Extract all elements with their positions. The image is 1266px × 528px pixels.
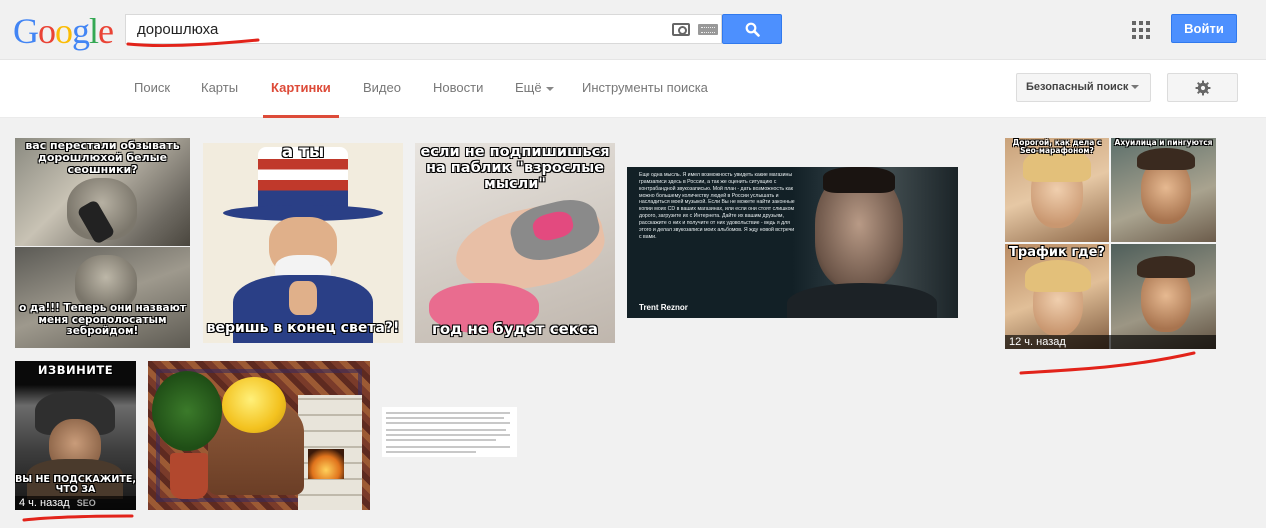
dropdown-arrow-icon (1131, 85, 1140, 90)
image-result-cat-top[interactable]: вас перестали обзывать дорошлюхой белые … (15, 138, 190, 246)
unclesam-bottom-caption: веришь в конец света?! (206, 320, 400, 336)
tab-video[interactable]: Видео (363, 80, 401, 95)
hair-shape (1025, 260, 1091, 292)
time-badge-label: 4 ч. назад (19, 497, 70, 509)
cat-bottom-caption: о да!!! Теперь они назвают меня серополо… (19, 302, 186, 338)
collage-panel-2: Ахуилица и пингуются (1111, 138, 1216, 242)
tab-more-label: Ещё (515, 80, 542, 95)
login-button[interactable]: Войти (1171, 14, 1237, 43)
text-line (386, 439, 496, 441)
text-line (386, 451, 476, 453)
text-line (386, 422, 510, 424)
tab-news[interactable]: Новости (433, 80, 483, 95)
collage-panel-3: Трафик где? (1005, 244, 1109, 349)
image-result-text-doc[interactable] (382, 407, 517, 457)
text-line (386, 412, 510, 414)
image-result-cat-bottom[interactable]: о да!!! Теперь они назвают меня серополо… (15, 247, 190, 348)
image-result-uncle-sam[interactable]: а ты веришь в конец света?! (203, 143, 403, 343)
text-line (386, 417, 504, 419)
collage-caption-3: Трафик где? (1009, 245, 1105, 260)
settings-button[interactable] (1167, 73, 1238, 102)
safe-search-button[interactable]: Безопасный поиск (1016, 73, 1151, 102)
hair-shape (823, 167, 895, 193)
cat-top-caption: вас перестали обзывать дорошлюхой белые … (25, 139, 180, 177)
text-line (386, 434, 510, 436)
dropdown-arrow-icon (545, 86, 554, 91)
camera-icon[interactable] (672, 23, 690, 36)
tab-search-tools[interactable]: Инструменты поиска (582, 80, 708, 95)
search-button[interactable] (722, 14, 782, 44)
hair-shape (1137, 256, 1195, 278)
image-result-girl[interactable]: если не подпишишься на паблик "взрослые … (415, 143, 615, 343)
collage-panel-1: Дорогой, как дела с Sео-марафоном? (1005, 138, 1109, 242)
collage-panel-4 (1111, 244, 1216, 349)
hair-shape (1137, 148, 1195, 170)
tree-foliage (152, 371, 222, 451)
reznor-quote: Еще одна мысль. Я имел возможность увиде… (639, 172, 795, 240)
annotation-underline (1019, 351, 1196, 375)
annotation-underline (22, 514, 134, 522)
safe-search-label: Безопасный поиск (1026, 81, 1129, 93)
izvinite-top-caption: ИЗВИНИТЕ (37, 363, 114, 377)
flower-pot (170, 453, 208, 499)
keyboard-icon[interactable] (698, 24, 718, 35)
tab-images[interactable]: Картинки (271, 80, 331, 95)
tab-search[interactable]: Поиск (134, 80, 170, 95)
top-bar: Google дорошлюха Войти (0, 0, 1266, 60)
unclesam-top-caption: а ты (281, 143, 325, 162)
collage-caption-1: Дорогой, как дела с Sео-марафоном? (1012, 138, 1102, 156)
collage-caption-2: Ахуилица и пингуются (1114, 138, 1213, 147)
image-result-izvinite[interactable]: ИЗВИНИТЕ ВЫ НЕ ПОДСКАЖИТЕ, ЧТО ЗА 4 ч. н… (15, 361, 136, 510)
image-result-collage[interactable]: Дорогой, как дела с Sео-марафоном? Ахуил… (1005, 138, 1216, 349)
time-badge: 12 ч. назад (1005, 335, 1216, 349)
fire-shape (308, 449, 344, 479)
girl-bottom-caption: год не будет секса (432, 320, 598, 338)
pointing-hand (289, 281, 317, 315)
girl-top-caption: если не подпишишься на паблик "взрослые … (420, 144, 610, 192)
shoulders-shape (787, 283, 937, 318)
smiley-face (222, 377, 286, 433)
apps-grid-icon[interactable] (1132, 21, 1150, 39)
annotation-underline (126, 38, 260, 48)
tab-maps[interactable]: Карты (201, 80, 238, 95)
time-badge: 4 ч. назад SEO ТАКОЙ? (15, 496, 136, 510)
reznor-signature: Trent Reznor (639, 303, 688, 312)
tab-more[interactable]: Ещё (515, 80, 554, 95)
gear-icon (1195, 80, 1211, 96)
magnifier-icon (745, 22, 760, 37)
image-result-room[interactable] (148, 361, 370, 510)
google-logo[interactable]: Google (13, 11, 114, 51)
active-tab-indicator (263, 115, 339, 118)
text-line (386, 446, 510, 448)
izvinite-bottom-caption: ВЫ НЕ ПОДСКАЖИТЕ, ЧТО ЗА (15, 474, 136, 496)
text-line (386, 429, 506, 431)
image-result-reznor[interactable]: Еще одна мысль. Я имел возможность увиде… (627, 167, 958, 318)
